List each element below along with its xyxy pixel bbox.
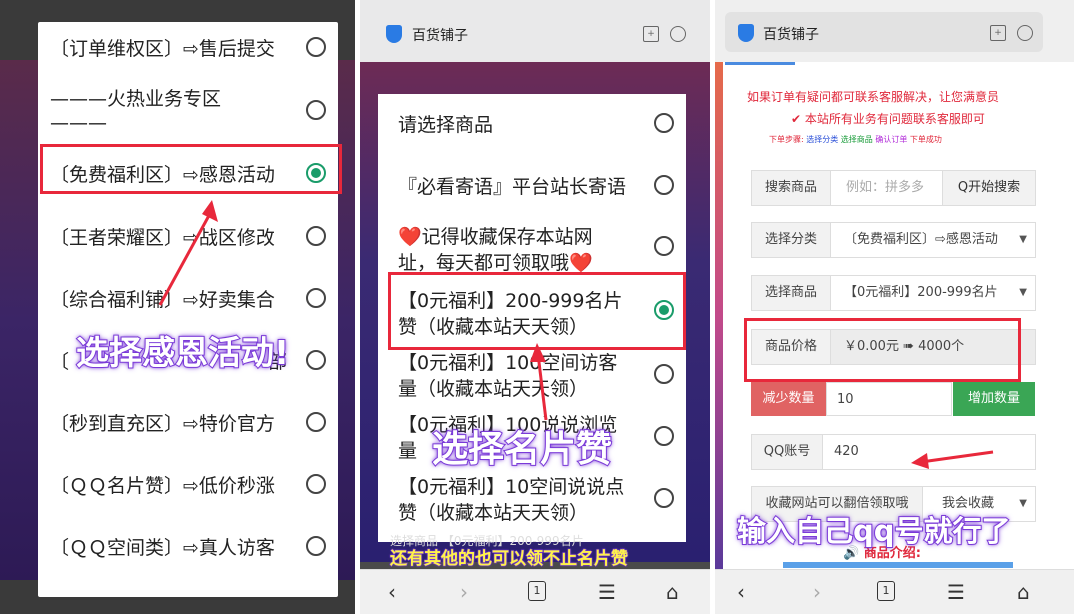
arrow-icon [530, 343, 548, 421]
tabs-icon[interactable]: 1 [528, 581, 546, 601]
browser-bottom-bar: ‹ › 1 ☰ ⌂ [715, 569, 1074, 614]
tutorial-caption: 选择感恩活动! [75, 332, 290, 373]
select-product-dialog-screen: 百货铺子 + 请选择商品 『必看寄语』平台站长寄语 ❤️记得收藏保存本站网 址，… [360, 0, 710, 614]
home-icon[interactable]: ⌂ [1017, 580, 1030, 604]
home-icon[interactable]: ⌂ [666, 580, 679, 604]
arrow-icon [158, 200, 218, 306]
order-form-screen: 百货铺子 + 如果订单有疑问都可联系客服解决，让您满意员 ✔ 本站所有业务有问题… [715, 0, 1074, 614]
forward-icon[interactable]: › [813, 580, 821, 604]
select-category-dialog-screen: 〔订单维权区〕⇨售后提交 ———火热业务专区 ——— 〔免费福利区〕⇨感恩活动 … [0, 0, 355, 614]
tabs-icon[interactable]: 1 [877, 581, 895, 601]
menu-icon[interactable]: ☰ [947, 580, 965, 604]
back-icon[interactable]: ‹ [388, 580, 396, 604]
tutorial-caption: 选择名片赞 [431, 428, 613, 471]
back-icon[interactable]: ‹ [737, 580, 745, 604]
tutorial-caption: 输入自己qq号就行了 [736, 513, 1012, 549]
browser-bottom-bar: ‹ › 1 ☰ ⌂ [360, 569, 710, 614]
forward-icon[interactable]: › [460, 580, 468, 604]
tutorial-note: 还有其他的也可以领不止名片赞 [390, 549, 629, 570]
menu-icon[interactable]: ☰ [598, 580, 616, 604]
